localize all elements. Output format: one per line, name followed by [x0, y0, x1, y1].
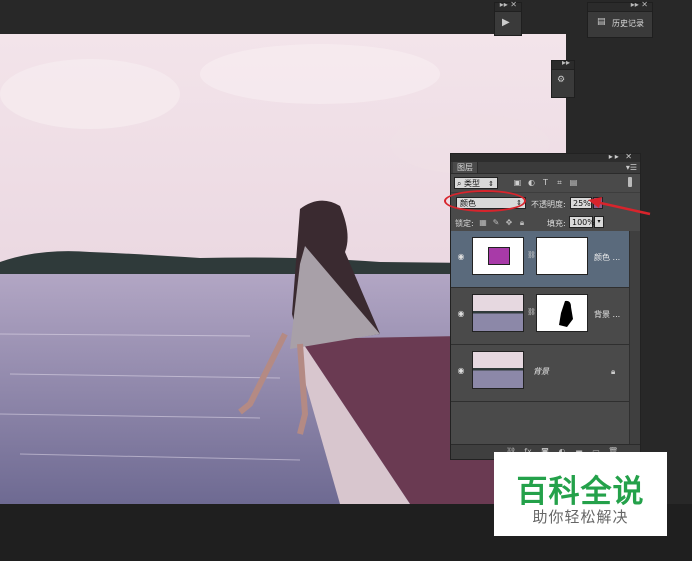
- layers-scrollbar[interactable]: [629, 231, 640, 445]
- visibility-eye-icon[interactable]: ◉: [456, 252, 466, 262]
- panel-collapse-icon[interactable]: ▸▸ ✕: [609, 152, 634, 161]
- smartobject-filter-icon[interactable]: ▤: [569, 178, 578, 187]
- layer-name[interactable]: 背景 ...: [594, 309, 620, 320]
- shape-filter-icon[interactable]: ⌗: [555, 178, 564, 187]
- layer-thumbnail[interactable]: [472, 351, 524, 389]
- play-icon[interactable]: ▶: [502, 17, 510, 28]
- mask-thumbnail[interactable]: [536, 294, 588, 332]
- watermark: 百科全说 助你轻松解决: [494, 452, 667, 536]
- fill-label: 填充:: [547, 219, 566, 228]
- history-icon: ▤: [597, 17, 606, 27]
- opacity-label: 不透明度:: [531, 200, 566, 209]
- filter-toggle[interactable]: [628, 177, 632, 187]
- layer-name[interactable]: 颜色 ...: [594, 252, 620, 263]
- history-dock[interactable]: ▸▸ ✕ ▤ 历史记录: [587, 0, 653, 38]
- visibility-eye-icon[interactable]: ◉: [456, 366, 466, 376]
- collapse-icon[interactable]: ▸▸: [562, 58, 570, 67]
- collapse-icon[interactable]: ▸▸ ✕: [500, 0, 517, 9]
- layer-row[interactable]: ◉ ⛓︎ 背景 ...: [451, 288, 629, 345]
- lock-transparent-icon[interactable]: ▦: [479, 218, 487, 227]
- lock-all-icon[interactable]: 🔒︎: [518, 218, 526, 227]
- kind-filter-select[interactable]: ⌕ 类型 ⇕: [454, 177, 498, 189]
- history-label[interactable]: 历史记录: [612, 18, 644, 29]
- lock-icon: 🔒︎: [611, 367, 616, 376]
- image-filter-icon[interactable]: ▣: [513, 178, 522, 187]
- layer-row[interactable]: ◉ 背景 🔒︎: [451, 345, 629, 402]
- kind-filter-value: 类型: [464, 179, 481, 188]
- watermark-subtitle: 助你轻松解决: [532, 508, 629, 526]
- layer-name[interactable]: 背景: [533, 366, 549, 377]
- layer-thumbnail[interactable]: [472, 294, 524, 332]
- collapse-icon[interactable]: ▸▸ ✕: [631, 0, 648, 9]
- stepper-icon: ⇕: [488, 180, 494, 188]
- side-dock[interactable]: ▸▸ ⚙: [551, 58, 575, 98]
- adjustment-filter-icon[interactable]: ◐: [527, 178, 536, 187]
- mask-thumbnail[interactable]: [536, 237, 588, 275]
- color-fill-swatch: [488, 247, 510, 265]
- layer-thumbnail[interactable]: [472, 237, 524, 275]
- panel-menu-icon[interactable]: ▾☰: [626, 162, 637, 173]
- layer-row[interactable]: ◉ ⛓︎ 颜色 ...: [451, 231, 629, 288]
- annotation-ellipse: [444, 190, 526, 212]
- annotation-arrow: [588, 197, 651, 216]
- tab-layers[interactable]: 图层: [453, 162, 478, 173]
- chain-link-icon[interactable]: ⛓︎: [527, 308, 536, 316]
- type-filter-icon[interactable]: T: [541, 178, 550, 187]
- visibility-eye-icon[interactable]: ◉: [456, 309, 466, 319]
- watermark-title: 百科全说: [516, 474, 645, 510]
- adjustments-icon[interactable]: ⚙: [557, 75, 565, 85]
- lock-move-icon[interactable]: ✥: [505, 218, 513, 227]
- lock-label: 锁定:: [455, 219, 474, 228]
- chain-link-icon[interactable]: ⛓︎: [527, 251, 536, 259]
- search-icon: ⌕: [457, 179, 465, 188]
- actions-dock[interactable]: ▸▸ ✕ ▶: [494, 0, 522, 36]
- lock-paint-icon[interactable]: ✎: [492, 218, 500, 227]
